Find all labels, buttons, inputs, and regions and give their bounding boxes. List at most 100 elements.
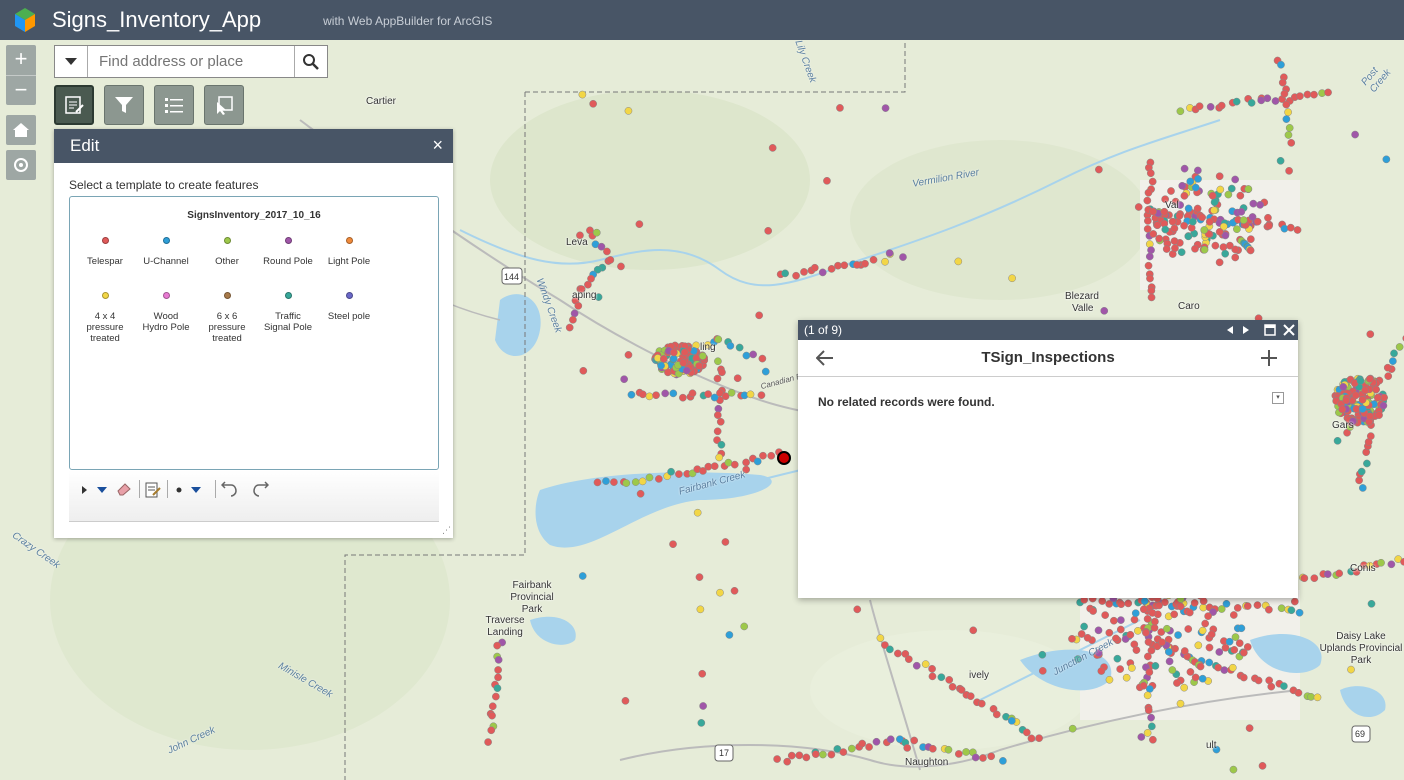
place-label: Cartier bbox=[366, 96, 397, 107]
home-icon bbox=[13, 123, 29, 137]
select-widget-button[interactable] bbox=[204, 85, 244, 125]
place-label: ling bbox=[700, 342, 716, 353]
template-picker: SignsInventory_2017_10_16 Telespar U-Cha… bbox=[69, 196, 439, 470]
popup-header: (1 of 9) bbox=[798, 320, 1298, 340]
close-icon[interactable] bbox=[1283, 324, 1295, 336]
template-label: Round Pole bbox=[263, 256, 313, 267]
template-label: 6 x 6 pressure treated bbox=[208, 311, 246, 344]
app-header: Signs_Inventory_App with Web AppBuilder … bbox=[0, 0, 1404, 40]
maximize-icon[interactable] bbox=[1264, 324, 1276, 336]
template-label: U-Channel bbox=[143, 256, 189, 267]
edit-widget-button[interactable] bbox=[54, 85, 94, 125]
popup-message: No related records were found. bbox=[818, 395, 995, 409]
template-label: Traffic Signal Pole bbox=[263, 311, 313, 333]
edit-toolbar bbox=[69, 470, 439, 522]
template-item[interactable]: Telespar bbox=[74, 237, 136, 267]
eraser-icon[interactable] bbox=[116, 482, 132, 496]
place-label: Traverse Landing bbox=[485, 615, 525, 638]
highway-69-label: 69 bbox=[1355, 729, 1366, 739]
place-label: Leva bbox=[566, 237, 588, 248]
template-item[interactable]: Wood Hydro Pole bbox=[135, 292, 197, 333]
template-item[interactable]: 6 x 6 pressure treated bbox=[196, 292, 258, 344]
symbol-swatch bbox=[101, 292, 109, 299]
place-label: Fairbank Provincial Park bbox=[510, 580, 554, 615]
filter-icon bbox=[115, 97, 133, 113]
popup-menu-dropdown[interactable]: ▾ bbox=[1272, 392, 1284, 404]
select-icon bbox=[217, 96, 233, 115]
symbol-swatch bbox=[284, 237, 292, 244]
edit-panel: Edit × Select a template to create featu… bbox=[54, 129, 453, 538]
place-label: Caro bbox=[1178, 301, 1200, 312]
edit-panel-header: Edit bbox=[54, 129, 453, 163]
template-layer-name: SignsInventory_2017_10_16 bbox=[187, 210, 321, 221]
symbol-swatch bbox=[345, 292, 353, 299]
template-item[interactable]: Light Pole bbox=[318, 237, 380, 267]
template-item[interactable]: Steel pole bbox=[318, 292, 380, 322]
place-label: Conis bbox=[1350, 563, 1376, 574]
zoom-out-button[interactable]: − bbox=[6, 75, 36, 105]
place-label: Val bbox=[1165, 200, 1179, 211]
template-item[interactable]: Traffic Signal Pole bbox=[257, 292, 319, 333]
symbol-swatch bbox=[162, 237, 170, 244]
next-icon[interactable] bbox=[1242, 325, 1250, 335]
place-label: ively bbox=[969, 670, 990, 681]
popup-title: TSign_Inspections bbox=[981, 349, 1115, 366]
search-button[interactable] bbox=[294, 46, 327, 77]
close-icon[interactable]: × bbox=[432, 135, 443, 156]
symbol-swatch bbox=[101, 237, 109, 244]
undo-icon[interactable] bbox=[221, 481, 237, 497]
previous-icon[interactable] bbox=[1226, 325, 1234, 335]
template-label: Light Pole bbox=[327, 256, 371, 267]
app-logo-icon bbox=[10, 5, 40, 35]
locate-button[interactable] bbox=[6, 150, 36, 180]
edit-panel-title: Edit bbox=[70, 136, 100, 155]
symbol-swatch bbox=[345, 237, 353, 244]
symbol-swatch bbox=[223, 237, 231, 244]
chevron-down-icon bbox=[65, 57, 77, 65]
place-label: ult bbox=[1206, 740, 1217, 751]
symbol-swatch bbox=[162, 292, 170, 299]
zoom-in-button[interactable]: + bbox=[6, 45, 36, 75]
template-item[interactable]: Other bbox=[196, 237, 258, 267]
symbol-swatch bbox=[223, 292, 231, 299]
locate-icon bbox=[14, 158, 28, 172]
draw-point-tool-icon[interactable] bbox=[175, 484, 205, 496]
zoom-controls: + − bbox=[6, 45, 36, 105]
template-label: Wood Hydro Pole bbox=[142, 311, 190, 333]
place-label: Blezard bbox=[1065, 291, 1099, 302]
edit-icon bbox=[65, 96, 84, 114]
edit-instruction: Select a template to create features bbox=[69, 178, 259, 192]
symbol-swatch bbox=[284, 292, 292, 299]
template-label: 4 x 4 pressure treated bbox=[86, 311, 124, 344]
redo-icon[interactable] bbox=[253, 481, 269, 497]
filter-widget-button[interactable] bbox=[104, 85, 144, 125]
layer-list-icon bbox=[165, 98, 183, 113]
highway-17-label: 17 bbox=[719, 748, 730, 758]
select-tool-icon[interactable] bbox=[81, 484, 111, 496]
search-source-dropdown[interactable] bbox=[55, 46, 88, 77]
app-subtitle: with Web AppBuilder for ArcGIS bbox=[323, 14, 493, 28]
place-label: Naughton bbox=[905, 757, 949, 768]
attribute-edit-icon[interactable] bbox=[145, 481, 161, 498]
search-icon bbox=[303, 53, 319, 70]
template-item[interactable]: 4 x 4 pressure treated bbox=[74, 292, 136, 344]
home-button[interactable] bbox=[6, 115, 36, 145]
place-label: Gars bbox=[1332, 420, 1354, 431]
place-label: Daisy Lake Uplands Provincial Park bbox=[1319, 631, 1403, 666]
template-label: Steel pole bbox=[327, 311, 371, 322]
template-item[interactable]: Round Pole bbox=[257, 237, 319, 267]
template-item[interactable]: U-Channel bbox=[135, 237, 197, 267]
app-title: Signs_Inventory_App bbox=[52, 7, 262, 32]
add-icon[interactable] bbox=[1260, 349, 1278, 367]
search-input[interactable] bbox=[88, 46, 294, 77]
resize-grip-icon[interactable]: ⋰ bbox=[442, 525, 451, 536]
feature-popup: (1 of 9) TSign_Inspections No related re… bbox=[798, 320, 1298, 598]
place-label: Valle bbox=[1072, 303, 1094, 314]
template-label: Telespar bbox=[87, 256, 123, 267]
template-label: Other bbox=[215, 256, 239, 267]
search-widget bbox=[54, 45, 328, 78]
popup-counter: (1 of 9) bbox=[804, 323, 843, 337]
place-label: aping bbox=[572, 290, 597, 301]
layer-list-widget-button[interactable] bbox=[154, 85, 194, 125]
highway-144-label: 144 bbox=[504, 272, 520, 282]
